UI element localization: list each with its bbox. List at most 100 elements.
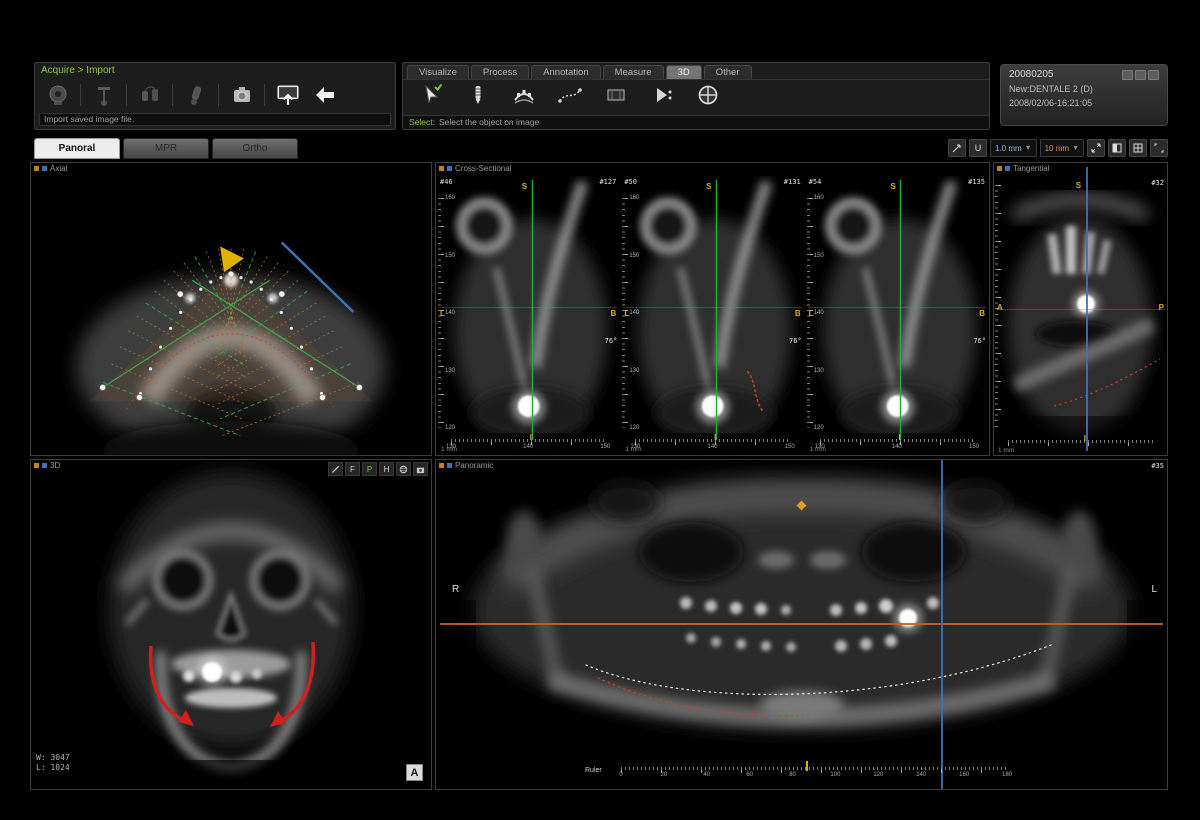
tab-measure[interactable]: Measure: [603, 65, 664, 79]
thickness-select[interactable]: 1.0 mm ▼: [990, 139, 1037, 157]
slice-angle: 76°: [973, 337, 986, 345]
nerve-curve-icon[interactable]: [551, 80, 588, 110]
select-arrow-icon[interactable]: [413, 80, 450, 110]
pencil-icon[interactable]: [328, 462, 343, 476]
scale-label: 1 mm: [810, 446, 826, 453]
chevron-down-icon: ▼: [1025, 145, 1032, 152]
cross-slices: 160150140130120 130140150 #46 #127 76° S…: [437, 176, 988, 454]
hide-button[interactable]: H: [379, 462, 394, 476]
invert-icon[interactable]: [1108, 139, 1126, 157]
pano-plane-line: [439, 307, 617, 308]
status-label: Select:: [409, 117, 435, 127]
orange-marker-icon: [439, 463, 444, 468]
tangential-viewport[interactable]: Tangential #32 S I A P 1 mm: [993, 162, 1168, 456]
undo-button[interactable]: U: [969, 139, 987, 157]
front-view-button[interactable]: F: [345, 462, 360, 476]
slice-number-left: #54: [809, 178, 822, 186]
tab-annotation[interactable]: Annotation: [531, 65, 600, 79]
sphere-icon[interactable]: [396, 462, 411, 476]
tab-other[interactable]: Other: [704, 65, 752, 79]
volume-3d-viewport[interactable]: 3D F P H: [30, 459, 432, 790]
slice-reference-line[interactable]: [716, 180, 717, 440]
slice-angle: 76°: [605, 337, 618, 345]
orient-inferior: I: [530, 433, 532, 442]
orange-marker-icon: [997, 166, 1002, 171]
panorama-unit-glyph: [91, 83, 117, 107]
arch-model-icon[interactable]: [505, 80, 542, 110]
tab-3d[interactable]: 3D: [666, 65, 702, 79]
nerve-canal-mark: [621, 176, 803, 454]
patient-id: 20080205: [1009, 69, 1054, 80]
fit-icon[interactable]: [1087, 139, 1105, 157]
orient-lingual: L: [624, 309, 629, 318]
cross-label: Cross-Sectional: [455, 164, 511, 173]
panoramic-label: Panoramic: [455, 461, 493, 470]
camera-icon[interactable]: [223, 80, 260, 110]
slice-reference-line[interactable]: [900, 180, 901, 440]
pointer-icon[interactable]: [948, 139, 966, 157]
tangential-ct-image: [994, 176, 1167, 455]
ct-scanner-icon[interactable]: [39, 80, 76, 110]
crop-corner-glyph: [1154, 143, 1164, 153]
select-arrow-glyph: [420, 83, 444, 107]
back-arrow-icon[interactable]: [306, 80, 343, 110]
grid-icon[interactable]: [1129, 139, 1147, 157]
cross-slice-3[interactable]: 160150140130120 130140150 #54 #135 76° S…: [806, 176, 988, 454]
orient-inferior: I: [1084, 434, 1086, 443]
pano-plane-line[interactable]: [440, 623, 1163, 625]
acquire-panel: Acquire > Import: [34, 62, 396, 130]
axial-viewport[interactable]: Axial: [30, 162, 432, 456]
tangential-reference-line[interactable]: [1086, 167, 1088, 451]
interval-value: 10 mm: [1045, 144, 1069, 153]
horizontal-ruler: 130140150: [820, 439, 974, 451]
interval-select[interactable]: 10 mm ▼: [1040, 139, 1084, 157]
probe-icon[interactable]: [177, 80, 214, 110]
orient-left-side: L: [1151, 584, 1157, 595]
roi-box-icon[interactable]: [597, 80, 634, 110]
orient-inferior: I: [898, 433, 900, 442]
cross-sectional-viewport: Cross-Sectional 160150140130120 13014015…: [435, 162, 990, 456]
separator: [80, 84, 81, 106]
import-icon[interactable]: [269, 80, 306, 110]
layout-tab-ortho[interactable]: Ortho: [212, 138, 298, 159]
orient-superior: S: [1076, 181, 1081, 190]
scale-label: 1 mm: [441, 446, 457, 453]
sensor-icon[interactable]: [131, 80, 168, 110]
pano-mode-button[interactable]: P: [362, 462, 377, 476]
orient-inferior: I: [714, 433, 716, 442]
level-value: L: 1024: [36, 763, 70, 773]
slice-angle: 76°: [789, 337, 802, 345]
implant-glyph: [466, 83, 490, 107]
restore-icon[interactable]: [1135, 70, 1146, 80]
viewport-label: Tangential: [997, 164, 1049, 173]
layout-tab-mpr[interactable]: MPR: [123, 138, 209, 159]
slice-reference-line[interactable]: [532, 180, 533, 440]
orientation-cube[interactable]: A: [406, 764, 423, 781]
cross-slice-2[interactable]: 160150140130120 130140150 #50 #131 76° S…: [621, 176, 803, 454]
clip-play-icon[interactable]: [643, 80, 680, 110]
ruler-title: Ruler: [585, 767, 602, 774]
pano-plane-line: [808, 307, 986, 308]
chevron-down-icon: ▼: [1072, 145, 1079, 152]
tab-visualize[interactable]: Visualize: [407, 65, 469, 79]
capture-icon[interactable]: [413, 462, 428, 476]
cross-slice-1[interactable]: 160150140130120 130140150 #46 #127 76° S…: [437, 176, 619, 454]
cross-position-line[interactable]: [941, 460, 943, 789]
blue-marker-icon: [42, 166, 47, 171]
close-icon[interactable]: [1148, 70, 1159, 80]
minimize-icon[interactable]: [1122, 70, 1133, 80]
axial-label: Axial: [50, 164, 67, 173]
panoramic-viewport[interactable]: Panoramic: [435, 459, 1168, 790]
window-value: W: 3047: [36, 753, 70, 763]
layout-tab-panoral[interactable]: Panoral: [34, 138, 120, 159]
tab-process[interactable]: Process: [471, 65, 529, 79]
implant-icon[interactable]: [459, 80, 496, 110]
ribbon-toolbar: [403, 79, 989, 110]
panoramic-curve-overlay[interactable]: [31, 163, 431, 455]
blue-marker-icon: [447, 166, 452, 171]
orient-superior: S: [890, 182, 895, 191]
face-mask-icon[interactable]: [689, 80, 726, 110]
layout-bar: Panoral MPR Ortho U 1.0 mm ▼ 10 mm ▼: [34, 136, 1168, 160]
crop-corner-icon[interactable]: [1150, 139, 1168, 157]
panorama-unit-icon[interactable]: [85, 80, 122, 110]
